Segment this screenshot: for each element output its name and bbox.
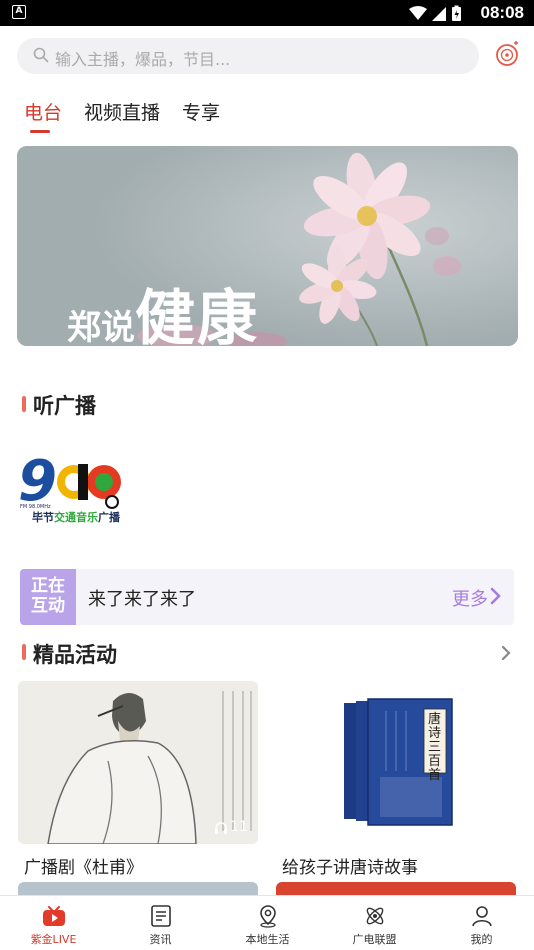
next-card-preview[interactable] <box>18 882 258 896</box>
banner-title-big: 健康 <box>135 284 259 346</box>
dufu-portrait-image <box>18 681 258 844</box>
banner-title: 郑说健康 <box>67 270 259 346</box>
station-name-type: 交通音乐 <box>54 511 98 524</box>
banner-title-small: 郑说 <box>67 308 135 346</box>
activity-card-tang-poems[interactable]: 唐诗三百首 <box>276 681 516 844</box>
signal-battery-icons <box>409 5 461 21</box>
vinyl-record-icon[interactable] <box>494 40 522 68</box>
live-interaction-bar[interactable]: 正在 互动 来了来了来了 更多 <box>20 569 514 625</box>
interaction-message: 来了来了来了 <box>88 589 196 610</box>
section-title-activities: 精品活动 <box>33 643 117 667</box>
news-list-icon <box>151 905 171 927</box>
station-name: 毕节交通音乐广播 <box>32 509 120 525</box>
nav-label: 我的 <box>470 933 493 946</box>
clock: 08:08 <box>480 3 524 22</box>
nav-item-local[interactable]: 本地生活 <box>214 896 321 950</box>
status-bar: A 08:08 <box>0 0 534 26</box>
section-marker <box>22 396 26 412</box>
nav-item-news[interactable]: 资讯 <box>107 896 214 950</box>
book-title: 唐诗三百首 <box>428 712 442 783</box>
live-tv-icon <box>43 906 65 926</box>
next-card-preview[interactable] <box>276 882 516 896</box>
nav-item-live[interactable]: 紫金LIVE <box>0 896 107 950</box>
chevron-right-icon[interactable] <box>501 645 511 661</box>
nav-item-alliance[interactable]: 广电联盟 <box>321 896 428 950</box>
station-frequency: FM 98.0MHz <box>20 504 51 510</box>
more-link[interactable]: 更多 <box>452 585 488 611</box>
search-icon <box>33 47 49 63</box>
tab-video-live[interactable]: 视频直播 <box>84 98 160 125</box>
promo-banner[interactable]: 郑说健康 <box>17 146 518 346</box>
tab-exclusive[interactable]: 专享 <box>182 98 220 125</box>
svg-text:9: 9 <box>18 452 57 512</box>
nav-label: 紫金LIVE <box>30 933 77 946</box>
nav-label: 本地生活 <box>245 933 290 946</box>
activity-card-dufu[interactable]: 11 <box>18 681 258 844</box>
tang-poems-book-image <box>276 681 516 844</box>
badge-line-2: 互动 <box>31 596 65 616</box>
section-marker <box>22 644 26 660</box>
active-tab-indicator <box>30 130 50 133</box>
search-bar[interactable]: 输入主播，爆品，节目... <box>17 38 479 74</box>
badge-line-1: 正在 <box>31 576 65 596</box>
listen-count: 11 <box>230 819 248 835</box>
section-title-radio: 听广播 <box>33 394 96 418</box>
headphones-icon <box>215 822 227 834</box>
atom-icon <box>366 907 384 925</box>
radio-station-logo[interactable]: 9 毕节交通音乐广播 FM 98.0MHz <box>18 452 126 530</box>
station-name-city: 毕节 <box>32 511 54 524</box>
chevron-right-icon[interactable] <box>490 587 502 605</box>
nav-label: 广电联盟 <box>352 933 397 946</box>
activity-title-tang-poems[interactable]: 给孩子讲唐诗故事 <box>282 853 418 878</box>
station-name-suffix: 广播 <box>98 511 120 524</box>
app-notification-icon: A <box>12 5 26 19</box>
nav-label: 资讯 <box>149 933 172 946</box>
interaction-badge: 正在 互动 <box>20 569 76 625</box>
nav-item-mine[interactable]: 我的 <box>428 896 534 950</box>
tab-radio[interactable]: 电台 <box>24 98 62 125</box>
bottom-navigation: 紫金LIVE 资讯 本地生活 广电联盟 我的 <box>0 895 534 950</box>
search-placeholder[interactable]: 输入主播，爆品，节目... <box>55 46 230 70</box>
user-icon <box>472 906 492 927</box>
station-980-logo: 9 <box>18 452 121 512</box>
activity-title-dufu[interactable]: 广播剧《杜甫》 <box>24 853 143 878</box>
map-pin-icon <box>260 905 276 928</box>
